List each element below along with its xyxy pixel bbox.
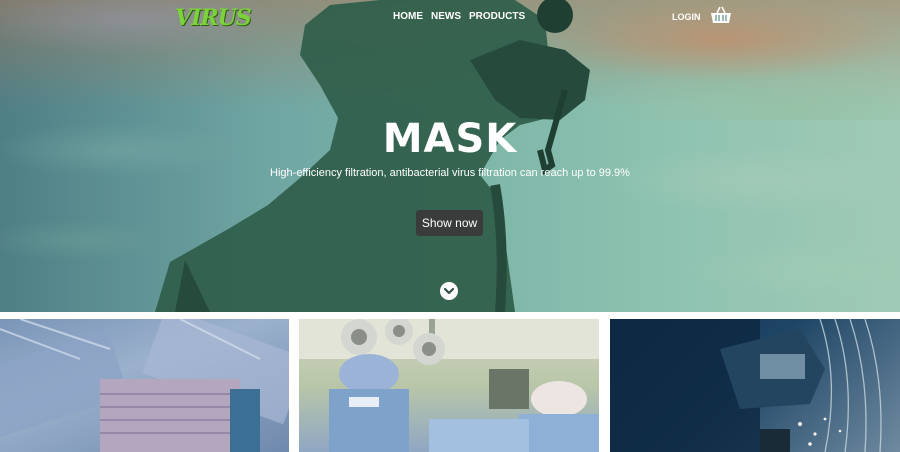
hero-title: MASK bbox=[382, 116, 518, 162]
product-tiles bbox=[0, 319, 900, 452]
chevron-down-circle-icon[interactable] bbox=[440, 282, 458, 300]
nav-news[interactable]: NEWS bbox=[431, 11, 461, 22]
welding-mask-image bbox=[610, 319, 882, 452]
operating-room-image bbox=[299, 319, 599, 452]
show-now-button[interactable]: Show now bbox=[416, 210, 483, 236]
surgical-masks-image bbox=[0, 319, 289, 452]
surgical-masks-photo[interactable] bbox=[0, 319, 289, 452]
nav-products[interactable]: PRODUCTS bbox=[469, 11, 525, 22]
hero-banner: VIRUS HOME NEWS PRODUCTS LOGIN MASK High… bbox=[0, 0, 900, 312]
nav-home[interactable]: HOME bbox=[393, 11, 423, 22]
basket-icon[interactable] bbox=[710, 6, 732, 24]
welding-mask-photo[interactable] bbox=[610, 319, 900, 452]
main-nav: HOME NEWS PRODUCTS bbox=[393, 11, 525, 22]
brand-logo[interactable]: VIRUS bbox=[175, 5, 252, 31]
hero-subtitle: High-efficiency filtration, antibacteria… bbox=[270, 167, 630, 179]
login-link[interactable]: LOGIN bbox=[672, 12, 701, 22]
operating-room-photo[interactable] bbox=[299, 319, 599, 452]
